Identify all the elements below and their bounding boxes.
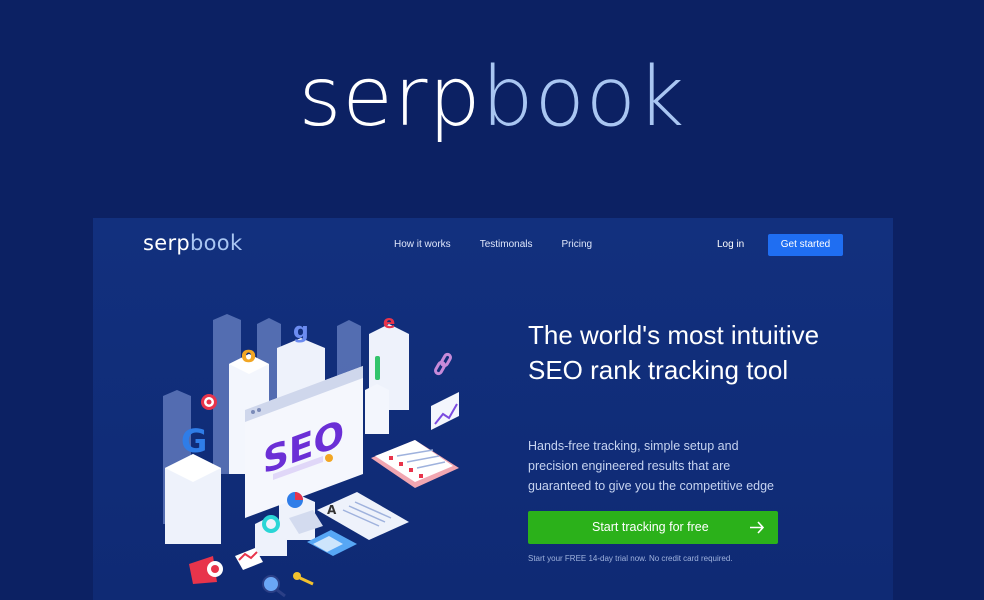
seo-illustration: SEO G o g e A	[163, 312, 459, 598]
nav-logo[interactable]: serpbook	[143, 231, 242, 255]
nav-logo-part2: book	[190, 231, 243, 255]
start-tracking-button[interactable]: Start tracking for free	[528, 511, 778, 544]
letter-l-green	[375, 356, 380, 380]
nav-logo-part1: serp	[143, 231, 191, 255]
nav-link-how-it-works[interactable]: How it works	[394, 239, 451, 250]
megaphone-icon	[189, 556, 223, 584]
login-link[interactable]: Log in	[717, 239, 744, 250]
magnifier-icon	[262, 575, 286, 598]
svg-text:A: A	[327, 503, 337, 517]
nav-link-pricing[interactable]: Pricing	[562, 239, 593, 250]
get-started-button[interactable]: Get started	[768, 234, 843, 256]
trial-note: Start your FREE 14-day trial now. No cre…	[528, 554, 733, 563]
letter-g-lightblue: g	[293, 319, 309, 344]
checklist-icon	[371, 440, 459, 488]
nav-link-testimonials[interactable]: Testimonals	[480, 239, 533, 250]
hero-logo-part1: serp	[298, 50, 482, 145]
hero-logo: serpbook	[0, 48, 984, 148]
nav-links: How it works Testimonals Pricing	[394, 239, 592, 250]
pie-chart-icon	[287, 492, 303, 508]
letter-o-yellow: o	[241, 343, 256, 368]
target-icon	[201, 394, 217, 410]
key-icon	[293, 572, 314, 586]
letter-e-red: e	[383, 312, 395, 333]
letter-g-blue: G	[181, 422, 207, 460]
start-tracking-label: Start tracking for free	[592, 520, 709, 534]
link-icon	[434, 352, 452, 376]
hero-logo-part2: book	[481, 50, 686, 145]
hero-subtext: Hands-free tracking, simple setup and pr…	[528, 439, 775, 493]
arrow-right-icon	[749, 511, 765, 557]
website-preview: serpbook How it works Testimonals Pricin…	[93, 218, 893, 600]
chart-card-icon	[431, 392, 459, 430]
hero-headline: The world's most intuitive SEO rank trac…	[528, 320, 820, 385]
